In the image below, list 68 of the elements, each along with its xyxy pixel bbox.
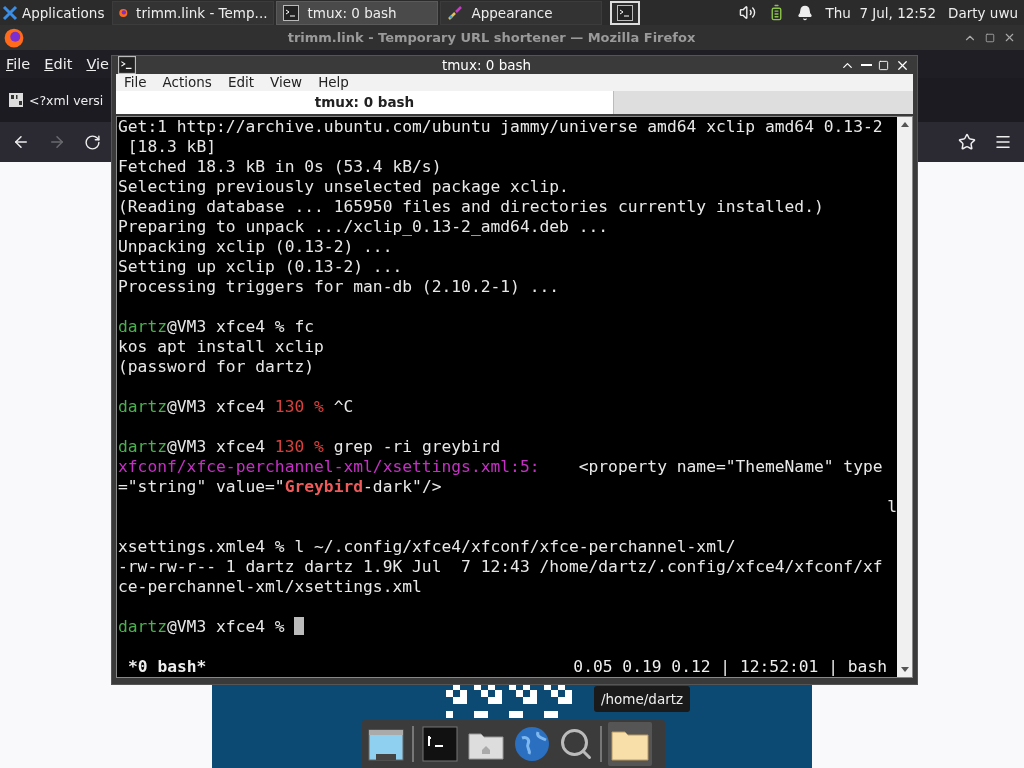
browser-tab[interactable]: <?xml versi	[6, 92, 106, 108]
terminal-tab[interactable]: tmux: 0 bash	[116, 90, 614, 114]
terminal-line: Get:1 http://archive.ubuntu.com/ubuntu jammy/universe amd64 xclip amd64 0.13-2	[118, 117, 884, 137]
square-icon	[985, 32, 995, 43]
binary-file-icon	[8, 92, 24, 108]
terminal-icon	[283, 4, 300, 21]
terminal-line: dartz@VM3 xfce4 %	[118, 617, 897, 637]
menu-item[interactable]: Vie	[86, 56, 109, 72]
browser-logo-icon	[4, 27, 24, 48]
arrow-right-icon	[48, 133, 66, 151]
xfce-logo-icon	[2, 4, 18, 21]
scroll-up-icon[interactable]	[899, 120, 910, 128]
terminal-line: dartz@VM3 xfce4 130 % grep -ri greybird	[118, 437, 502, 457]
folder-icon[interactable]	[608, 722, 652, 766]
bell-icon[interactable]	[797, 4, 814, 21]
globe-icon[interactable]	[512, 724, 552, 764]
status-info: 0.05 0.19 0.12 | 12:52:01 | bash	[573, 657, 887, 677]
terminal-line: xsettings.xmle4 % l ~/.config/xfce4/xfconf/xfce-perchannel-xml/	[118, 537, 737, 557]
window-button[interactable]	[610, 0, 641, 25]
window-title: trimm.link - Temporary URL shortener — Mozilla Firefox	[286, 30, 697, 45]
reload-icon	[84, 133, 101, 151]
terminal-line: dartz@VM3 xfce4 130 % ^C	[118, 397, 355, 417]
volume-icon[interactable]	[739, 4, 757, 21]
menu-item[interactable]: View	[270, 74, 303, 91]
paintbrush-icon	[447, 4, 464, 21]
terminal-line: Setting up xclip (0.13-2) ...	[118, 257, 404, 277]
terminal-line: kos apt install xclip	[118, 337, 325, 357]
terminal-line: xfconf/xfce-perchannel-xml/xsettings.xml:5: <property name="ThemeName" type	[118, 457, 884, 477]
taskbar-button[interactable]: tmux: 0 bash	[276, 0, 439, 25]
menu-item[interactable]: Help	[318, 74, 349, 91]
clock[interactable]: Thu 7 Jul, 12:52	[825, 4, 937, 21]
star-icon	[958, 133, 976, 151]
scroll-down-icon[interactable]	[899, 666, 910, 674]
taskbar-button[interactable]: Appearance	[440, 0, 603, 25]
terminal-line: ="string" value="Greybird-dark"/>	[118, 477, 443, 497]
menu-item[interactable]: Actions	[162, 74, 212, 91]
minimize-icon	[861, 64, 872, 66]
menu-item[interactable]: File	[6, 56, 31, 72]
terminal-line: Preparing to unpack .../xclip_0.13-2_amd64.deb ...	[118, 217, 610, 237]
terminal-line: dartz@VM3 xfce4 % fc	[118, 317, 316, 337]
menu-icon	[994, 133, 1012, 151]
terminal-line: -rw-rw-r-- 1 dartz dartz 1.9K Jul 7 12:43 /home/dartz/.config/xfce4/xfconf/xf	[118, 557, 884, 577]
search-icon[interactable]	[558, 726, 594, 762]
terminal-line: (password for dartz)	[118, 357, 316, 377]
terminal-line: Unpacking xclip (0.13-2) ...	[118, 237, 394, 257]
tooltip: /home/dartz	[594, 686, 691, 712]
menu-item[interactable]: Edit	[44, 56, 73, 72]
user-name[interactable]: Darty uwu	[948, 4, 1018, 21]
terminal-line: Processing triggers for man-db (2.10.2-1) ...	[118, 277, 561, 297]
applications-menu-button[interactable]: Applications	[0, 0, 111, 25]
taskbar-button[interactable]: trimm.link - Temp...	[112, 0, 275, 25]
minimize-button[interactable]	[858, 64, 875, 66]
status-window-label: *0 bash*	[128, 657, 207, 677]
terminal-line: (Reading database ... 165950 files and directories currently installed.)	[118, 197, 825, 217]
terminal-icon	[118, 56, 136, 74]
terminal-line: Selecting previously unselected package xclip.	[118, 177, 570, 197]
close-icon	[1003, 31, 1016, 44]
scrollbar[interactable]	[897, 117, 912, 677]
square-icon	[878, 59, 889, 71]
terminal-icon[interactable]	[420, 724, 460, 764]
terminal-line: ce-perchannel-xml/xsettings.xml	[118, 577, 423, 597]
window-title: tmux: 0 bash	[440, 57, 533, 73]
terminal-icon	[617, 4, 634, 21]
terminal-line: [18.3 kB]	[126, 137, 218, 157]
menu-item[interactable]: File	[124, 74, 147, 91]
menu-item[interactable]: Edit	[227, 74, 255, 91]
terminal-line: Fetched 18.3 kB in 0s (53.4 kB/s)	[118, 157, 443, 177]
terminal-line: l	[886, 497, 897, 517]
